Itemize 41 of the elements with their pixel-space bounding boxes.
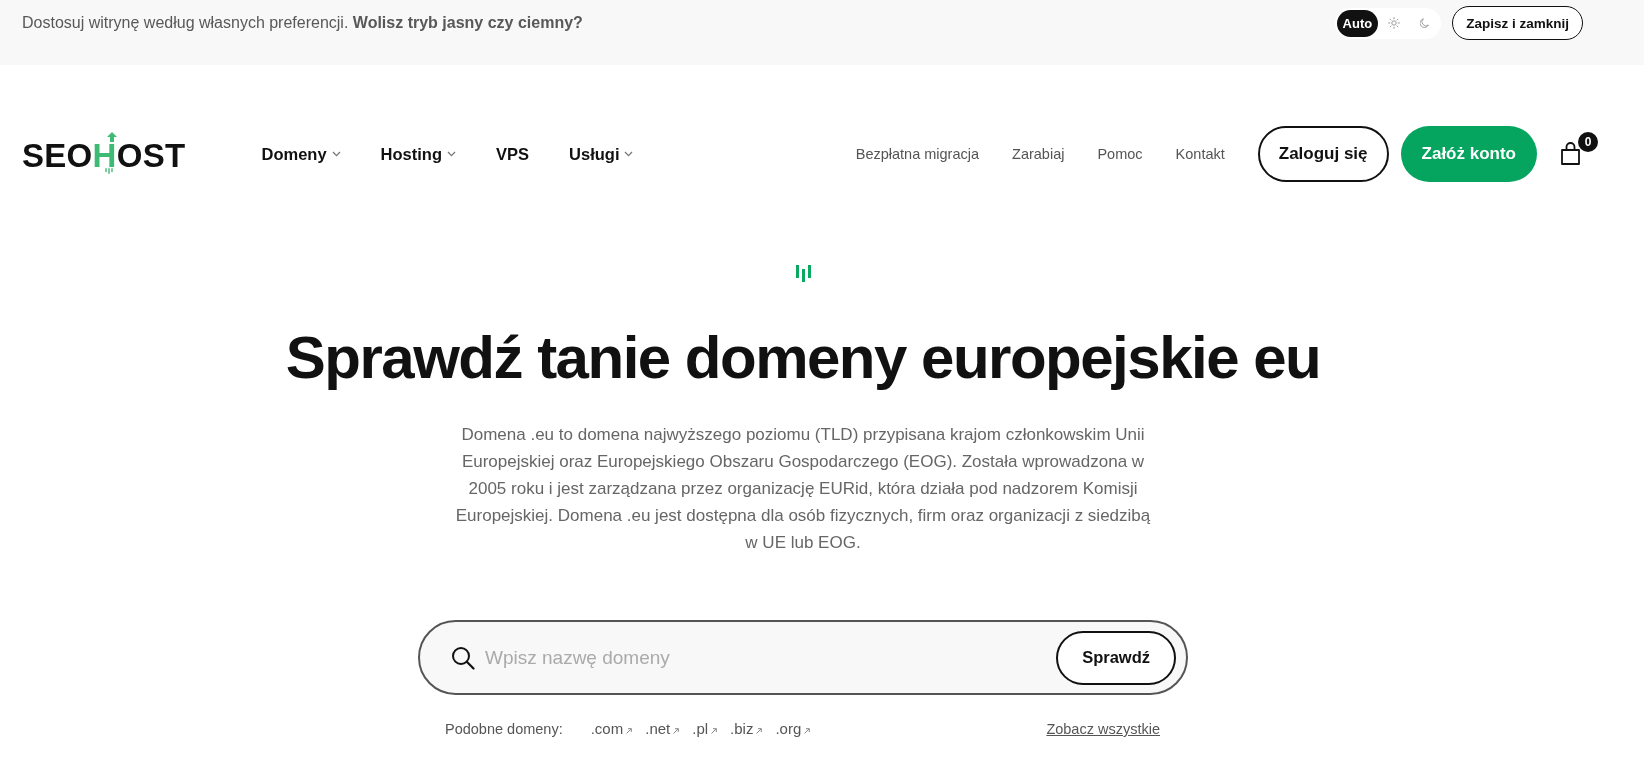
chevron-down-icon [624,151,634,157]
sun-icon [1388,17,1401,29]
page-heading: Sprawdź tanie domeny europejskie eu [285,323,1321,393]
nav-link[interactable]: Kontakt [1175,146,1225,162]
nav-menu-item[interactable]: VPS [496,144,530,164]
domain-link[interactable]: .com [590,719,633,739]
moon-icon [1419,18,1429,28]
flame-icon [104,167,113,174]
login-button[interactable]: Zaloguj się [1257,126,1389,182]
nav-link[interactable]: Pomoc [1097,146,1143,162]
domain-search-field[interactable]: Wpisz nazwę domeny Sprawdź [418,620,1188,695]
cart-button[interactable]: 0 [1560,132,1598,176]
nav-menu-item[interactable]: Usługi [569,144,634,164]
chevron-down-icon [331,151,341,157]
domain-link[interactable]: .biz [730,719,763,739]
nav-menu-item[interactable]: Hosting [380,144,456,164]
arrow-up-right-icon [711,727,718,734]
cart-count-badge: 0 [1578,132,1598,152]
arrow-up-icon [106,131,117,142]
auto-theme-option[interactable]: Auto [1336,9,1379,37]
see-all-link[interactable]: Zobacz wszystkie [1046,719,1160,739]
description-paragraph: Domena .eu to domena najwyższego poziomu (TLD) przypisana krajom członkowskim Unii Europejskiej oraz Europejskiego Obszaru Gospodarczego (EOG). Została wprowadzona w 2005 roku i jest zarządzana przez organizację EURid, która działa pod nadzorem Komisji Europejskiej. Domena .eu jest dostępna dla osób fizycznych, firm oraz organizacji z siedzibą w UE lub EOG. [454,424,1152,554]
nav-link[interactable]: Zarabiaj [1012,146,1065,162]
site-logo[interactable]: SEOHOST [22,130,186,178]
arrow-up-right-icon [626,727,633,734]
check-button[interactable]: Sprawdź [1056,630,1176,685]
similar-domains-label: Podobne domeny: [445,720,563,739]
shopping-bag-icon [1560,142,1581,166]
arrow-up-right-icon [673,727,680,734]
preferences-message: Dostosuj witrynę według własnych preferencji. Wolisz tryb jasny czy ciemny? [22,13,583,33]
domain-link[interactable]: .net [645,719,680,739]
arrow-up-right-icon [756,727,763,734]
domain-link[interactable]: .org [775,719,811,739]
save-and-close-button[interactable]: Zapisz i zamknij [1452,6,1583,40]
bar-chart-icon [795,265,811,282]
arrow-up-right-icon [804,727,811,734]
nav-link[interactable]: Bezpłatna migracja [855,146,980,162]
chevron-down-icon [447,151,456,157]
domain-link[interactable]: .pl [692,719,718,739]
nav-menu-item[interactable]: Domeny [261,144,341,164]
search-icon [451,645,475,670]
